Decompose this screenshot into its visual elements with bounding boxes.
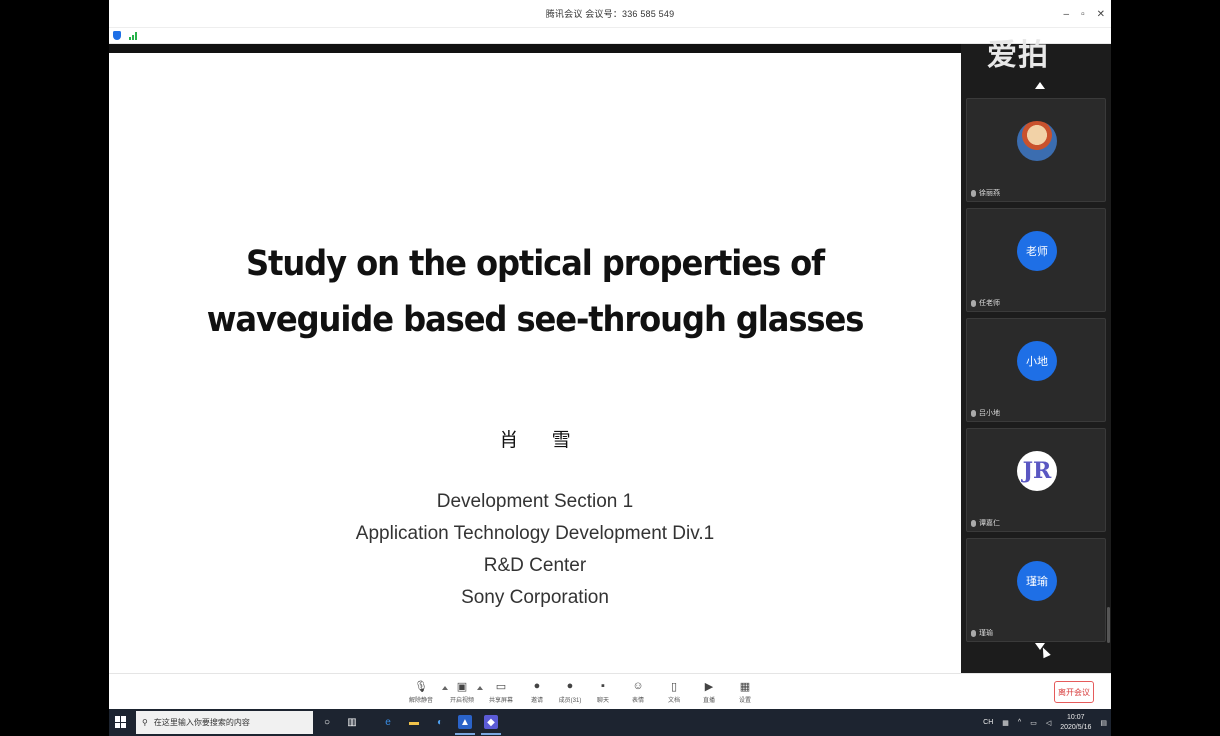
slide-title: Study on the optical properties of waveg… (143, 236, 927, 348)
avatar: 瑾瑜 (1017, 561, 1057, 601)
affiliation-line: Application Technology Development Div.1 (355, 523, 715, 544)
task-view-icon[interactable]: ▥ (345, 715, 359, 729)
window-controls: – ▫ ✕ (1064, 0, 1106, 28)
scroll-up-icon[interactable] (1035, 82, 1045, 89)
recorder-app-icon[interactable]: ◆ (481, 715, 501, 735)
slide-author: 肖 雪 (499, 430, 585, 451)
taskbar-clock[interactable]: 10:07 2020/5/16 (1060, 713, 1091, 733)
shield-icon[interactable] (113, 31, 121, 40)
mic-muted-icon (971, 409, 976, 417)
participant-tile[interactable]: 瑾瑜 瑾瑜 (966, 538, 1106, 642)
minimize-icon[interactable]: – (1064, 9, 1070, 20)
participant-tile[interactable]: 老师 任老师 (966, 208, 1106, 312)
mouse-cursor-icon (1039, 645, 1051, 659)
panel-scrollbar[interactable] (1107, 607, 1110, 643)
taskbar-search-placeholder: 在这里输入你要搜索的内容 (153, 718, 250, 727)
participant-name: 任老师 (979, 300, 1000, 307)
clock-date: 2020/5/16 (1060, 723, 1092, 731)
chat-button[interactable]: ▪ 聊天 (588, 678, 618, 708)
slide-title-line-1: Study on the optical properties of (245, 244, 825, 284)
ime-indicator[interactable]: CH (983, 719, 993, 726)
affiliation-line: Sony Corporation (461, 587, 609, 608)
window-title: 腾讯会议 会议号：336 585 549 (545, 9, 675, 19)
members-button[interactable]: ● 成员(31) (555, 678, 585, 708)
avatar: 老师 (1017, 231, 1057, 271)
avatar: 小地 (1017, 341, 1057, 381)
leave-meeting-button[interactable]: 离开会议 (1054, 681, 1094, 703)
microphone-icon: 🎙 (414, 680, 428, 693)
participant-tile[interactable]: 小地 吕小地 (966, 318, 1106, 422)
emoji-icon: ☺ (632, 680, 644, 692)
search-icon: ⚲ (142, 718, 148, 727)
participant-tile[interactable]: JR 谭嘉仁 (966, 428, 1106, 532)
screen: 腾讯会议 会议号：336 585 549 – ▫ ✕ Study on the … (0, 0, 1220, 736)
participant-tile[interactable]: 徐丽燕 (966, 98, 1106, 202)
edge-browser-icon[interactable]: e (381, 715, 395, 729)
browser-icon[interactable]: ◐ (433, 715, 447, 729)
participants-panel: 徐丽燕 老师 任老师 小地 吕小地 JR 谭嘉仁 瑾瑜 瑾瑜 (961, 44, 1111, 673)
avatar (1017, 121, 1057, 161)
mic-muted-icon (971, 299, 976, 307)
windows-start-icon[interactable] (115, 716, 127, 728)
mic-muted-icon (971, 189, 976, 197)
taskbar-search-box[interactable]: ⚲ 在这里输入你要搜索的内容 (136, 711, 313, 734)
affiliation-line: Development Section 1 (436, 491, 634, 512)
avatar: JR (1017, 451, 1057, 491)
live-button[interactable]: ▶ 直播 (694, 678, 724, 708)
chevron-up-icon[interactable] (477, 686, 483, 690)
title-bar: 腾讯会议 会议号：336 585 549 – ▫ ✕ (109, 0, 1111, 28)
participant-name: 吕小地 (979, 410, 1000, 417)
clock-time: 10:07 (1067, 713, 1085, 721)
settings-button[interactable]: ▦ 设置 (730, 678, 760, 708)
cortana-icon[interactable]: ○ (320, 715, 334, 729)
watermark-logo: 爱拍 (987, 39, 1049, 72)
mic-muted-icon (971, 629, 976, 637)
document-icon: ▯ (670, 680, 678, 693)
invite-button[interactable]: ● 邀请 (522, 678, 552, 708)
settings-icon: ▦ (739, 680, 751, 693)
volume-icon[interactable]: ◁ (1046, 719, 1051, 727)
share-screen-icon: ▭ (495, 680, 507, 693)
camera-off-icon: ▣ (456, 680, 468, 693)
meeting-toolbar: 🎙 解除静音 ▣ 开启视频 ▭ 共享屏幕 ● 邀请 ● 成员(31) ▪ 聊天 … (109, 673, 1111, 709)
tencent-meeting-icon[interactable]: ▲ (455, 715, 475, 735)
invite-icon: ● (533, 680, 541, 692)
slide-top-band (109, 44, 961, 53)
start-video-button[interactable]: ▣ 开启视频 (447, 678, 477, 708)
unmute-button[interactable]: 🎙 解除静音 (406, 678, 436, 708)
participant-name: 瑾瑜 (979, 630, 993, 637)
mic-muted-icon (971, 519, 976, 527)
members-icon: ● (566, 680, 574, 692)
slide-title-line-2: waveguide based see-through glasses (206, 300, 865, 340)
chat-icon: ▪ (601, 680, 605, 692)
file-explorer-icon[interactable]: ▬ (407, 715, 421, 729)
share-screen-button[interactable]: ▭ 共享屏幕 (486, 678, 516, 708)
slide-affiliation: Development Section 1 Application Techno… (109, 486, 961, 614)
emoji-button[interactable]: ☺ 表情 (623, 678, 653, 708)
participant-name: 徐丽燕 (979, 190, 1000, 197)
chevron-up-icon[interactable]: ^ (1018, 719, 1021, 726)
notification-icon[interactable]: ▤ (1100, 719, 1107, 727)
document-button[interactable]: ▯ 文档 (659, 678, 689, 708)
system-tray: CH ▦ ^ ▭ ◁ 10:07 2020/5/16 ▤ (983, 709, 1107, 736)
live-icon: ▶ (704, 680, 714, 693)
windows-taskbar: ⚲ 在这里输入你要搜索的内容 ○ ▥ e ▬ ◐ ▲ ◆ CH ▦ ^ ▭ ◁ … (109, 709, 1111, 736)
affiliation-line: R&D Center (483, 555, 587, 576)
keyboard-icon[interactable]: ▦ (1002, 719, 1009, 727)
participant-name: 谭嘉仁 (979, 520, 1000, 527)
signal-icon[interactable] (129, 31, 137, 40)
meeting-window: 腾讯会议 会议号：336 585 549 – ▫ ✕ Study on the … (109, 0, 1111, 736)
maximize-icon[interactable]: ▫ (1081, 9, 1085, 20)
close-icon[interactable]: ✕ (1097, 9, 1105, 20)
status-row (109, 28, 1111, 44)
shared-slide: Study on the optical properties of waveg… (109, 53, 961, 673)
network-icon[interactable]: ▭ (1030, 719, 1037, 727)
